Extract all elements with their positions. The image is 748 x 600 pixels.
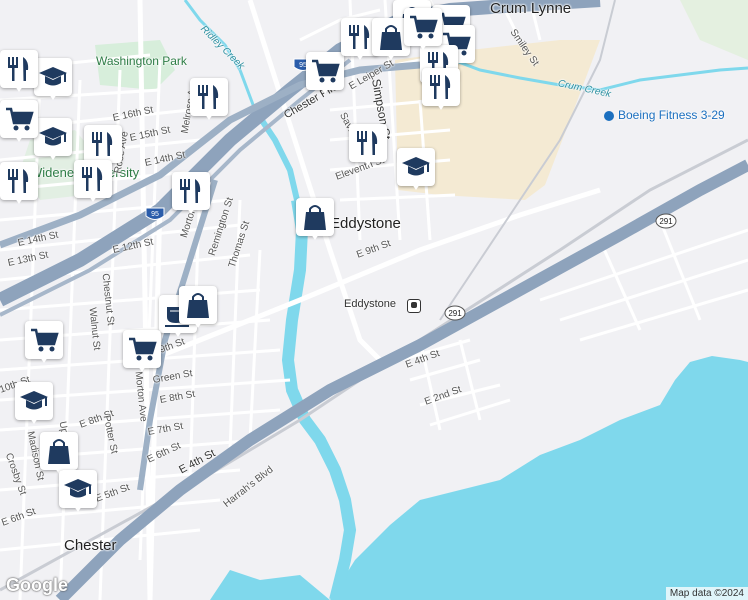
restaurant-icon [8,57,29,81]
grocery-marker[interactable] [123,330,161,376]
school-marker[interactable] [15,382,53,428]
shopping-marker[interactable] [296,198,334,244]
school-marker[interactable] [397,148,435,194]
grocery-marker[interactable] [25,321,63,367]
place-label-crum-lynne: Crum Lynne [490,0,572,17]
shield-number: 291 [659,217,673,226]
restaurant-icon [82,167,103,191]
grocery-icon [312,59,340,83]
restaurant-marker[interactable] [349,124,387,170]
grocery-marker[interactable] [0,100,38,146]
grocery-icon [31,328,59,352]
pa291-shield-icon: 291 [655,213,677,229]
school-marker[interactable] [59,470,97,516]
restaurant-icon [8,169,29,193]
grocery-icon [129,337,157,361]
grocery-marker[interactable] [404,8,442,54]
school-icon [39,67,67,86]
school-icon [20,391,48,410]
station-label-eddystone[interactable]: Eddystone [344,298,396,310]
pa291-shield-icon: 291 [444,305,466,321]
shield-number: 291 [448,309,462,318]
grocery-icon [410,15,438,39]
school-icon [39,127,67,146]
shopping-icon [380,25,402,50]
restaurant-marker[interactable] [0,162,38,208]
google-logo: Google [6,575,68,595]
poi-label-boeing-fitness[interactable]: Boeing Fitness 3-29 [618,108,725,122]
restaurant-icon [92,132,113,156]
train-station-icon[interactable] [407,299,421,313]
place-label-chester: Chester [64,537,117,554]
restaurant-marker[interactable] [0,50,38,96]
place-label-eddystone: Eddystone [330,215,401,232]
restaurant-marker[interactable] [172,172,210,218]
school-marker[interactable] [34,58,72,104]
school-icon [402,157,430,176]
restaurant-icon [180,179,201,203]
restaurant-icon [198,85,219,109]
place-label-washington-park: Washington Park [96,54,187,68]
shopping-icon [304,205,326,230]
school-marker[interactable] [34,118,72,164]
map-canvas[interactable]: Eddystone Chester Crum Lynne Washington … [0,0,748,600]
i95-shield-icon: 95 [145,207,165,220]
restaurant-icon [430,75,451,99]
restaurant-marker[interactable] [422,68,460,114]
restaurant-marker[interactable] [190,78,228,124]
grocery-icon [6,107,34,131]
restaurant-marker[interactable] [74,160,112,206]
fitness-poi-icon[interactable] [604,111,614,121]
restaurant-icon [357,131,378,155]
grocery-marker[interactable] [306,52,344,98]
shopping-icon [48,439,70,464]
shopping-icon [187,293,209,318]
school-icon [64,479,92,498]
shield-number: 95 [151,211,159,218]
map-attribution[interactable]: Map data ©2024 [665,587,748,600]
shopping-marker[interactable] [179,286,217,332]
